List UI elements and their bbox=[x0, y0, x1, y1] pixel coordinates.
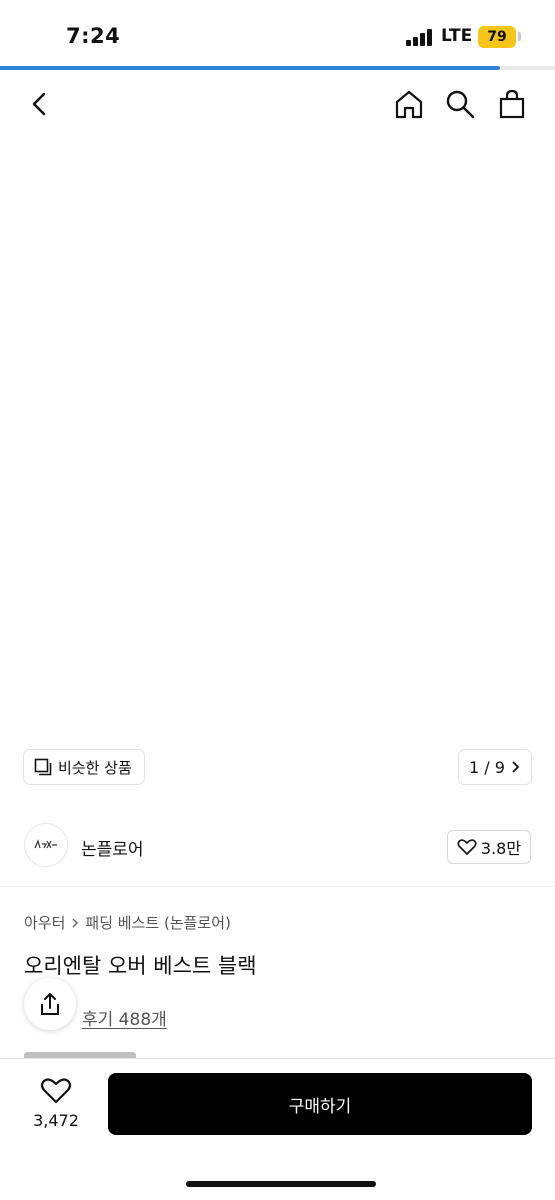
status-time: 7:24 bbox=[66, 24, 121, 48]
search-icon bbox=[446, 90, 475, 119]
share-icon bbox=[41, 993, 59, 1015]
review-count-link[interactable]: 후기 488개 bbox=[82, 1005, 167, 1030]
breadcrumb: 아우터 패딩 베스트 (논플로어) bbox=[24, 912, 231, 933]
chevron-right-icon bbox=[72, 918, 79, 927]
shopping-bag-icon bbox=[499, 89, 525, 119]
signal-icon bbox=[406, 28, 436, 46]
search-button[interactable] bbox=[442, 86, 478, 122]
brand-logo[interactable] bbox=[24, 823, 68, 867]
bottom-purchase-bar: 3,472 구매하기 bbox=[0, 1058, 555, 1200]
brand-name[interactable]: 논플로어 bbox=[81, 835, 144, 860]
share-button[interactable] bbox=[24, 978, 76, 1030]
product-photo-vest bbox=[0, 70, 555, 805]
image-page-indicator[interactable]: 1 / 9 bbox=[459, 750, 531, 784]
buy-button[interactable]: 구매하기 bbox=[108, 1073, 532, 1135]
page-indicator-text: 1 / 9 bbox=[469, 757, 505, 777]
product-title: 오리엔탈 오버 베스트 블랙 bbox=[24, 954, 257, 978]
chevron-right-icon bbox=[512, 761, 520, 773]
brand-like-button[interactable]: 3.8만 bbox=[447, 830, 531, 864]
battery-icon: 79 bbox=[478, 26, 516, 48]
product-image-gallery[interactable] bbox=[0, 70, 555, 805]
breadcrumb-category[interactable]: 아우터 bbox=[24, 912, 65, 933]
similar-products-label: 비슷한 상품 bbox=[58, 758, 132, 777]
back-button[interactable] bbox=[22, 86, 58, 122]
brand-logo-mark-icon bbox=[34, 839, 57, 849]
heart-icon bbox=[40, 1078, 72, 1104]
status-bar: 7:24 LTE 79 bbox=[0, 0, 555, 66]
brand-row: 논플로어 3.8만 bbox=[0, 805, 555, 887]
cart-button[interactable] bbox=[494, 86, 530, 122]
wishlist-count: 3,472 bbox=[33, 1111, 79, 1130]
home-icon bbox=[395, 90, 423, 119]
home-button[interactable] bbox=[391, 86, 427, 122]
wishlist-button[interactable]: 3,472 bbox=[24, 1077, 88, 1130]
breadcrumb-subcategory[interactable]: 패딩 베스트 (논플로어) bbox=[85, 912, 230, 933]
chevron-left-icon bbox=[32, 92, 46, 116]
similar-items-icon bbox=[34, 758, 52, 776]
home-indicator bbox=[186, 1181, 376, 1187]
brand-like-count: 3.8만 bbox=[480, 839, 522, 858]
network-label: LTE bbox=[441, 26, 473, 46]
similar-products-button[interactable]: 비슷한 상품 bbox=[24, 750, 144, 784]
top-navigation bbox=[0, 70, 555, 140]
heart-icon bbox=[457, 839, 477, 855]
battery-nub bbox=[518, 32, 521, 41]
